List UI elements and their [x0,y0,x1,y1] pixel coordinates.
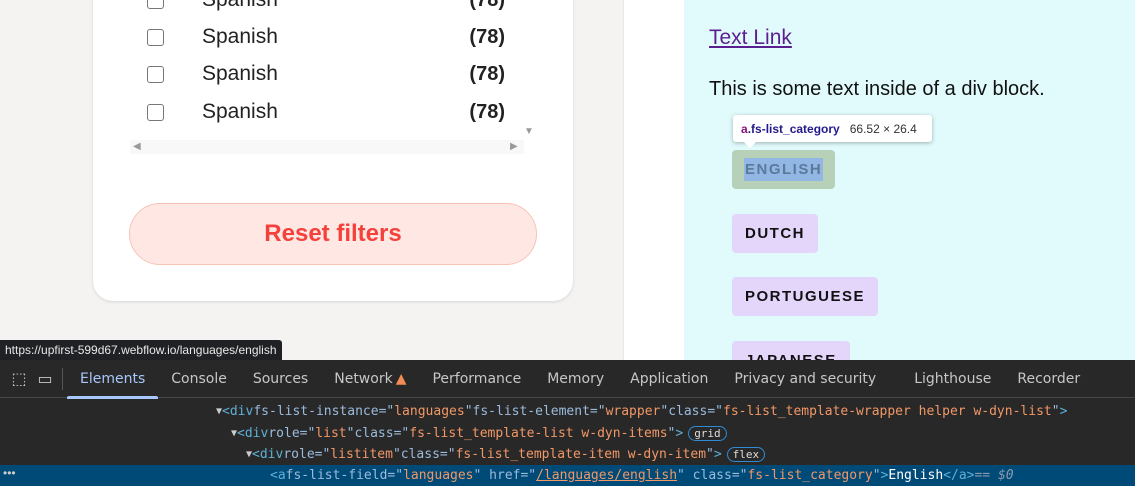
dom-node-line[interactable]: ▼ <div role=" list " class=" fs-list_templat… [231,423,727,444]
filter-label: Spanish [202,100,278,123]
tab-application[interactable]: Application [617,360,721,398]
filter-count: (78) [469,0,505,12]
tooltip-tag: a [741,121,748,136]
checkbox[interactable] [147,65,164,83]
scroll-right-arrow-icon[interactable]: ▶ [510,141,518,152]
selected-dom-node[interactable]: <a fs-list-field=" languages " href="/lang… [270,465,1014,486]
divider-area [623,0,684,360]
category-tag-english[interactable]: ENGLISH [732,150,836,189]
filter-item[interactable]: Spanish (78) [147,22,505,52]
inspect-element-icon[interactable]: ⬚ [6,369,32,388]
tab-console[interactable]: Console [158,360,240,398]
device-toolbar-icon[interactable]: ▭ [32,369,58,388]
tab-performance[interactable]: Performance [419,360,534,398]
more-options-icon[interactable]: ••• [3,466,16,480]
tab-network[interactable]: Network ▲ [321,360,419,398]
tab-recorder[interactable]: Recorder [1004,360,1093,398]
tooltip-dimensions: 66.52 × 26.4 [849,121,917,136]
tab-lighthouse[interactable]: Lighthouse [901,360,1004,398]
category-tag-portuguese[interactable]: PORTUGUESE [732,277,879,316]
tab-memory[interactable]: Memory [534,360,617,398]
tooltip-class: .fs-list_category [747,121,840,136]
devtools-tabbar: ⬚ ▭ Elements Console Sources Network ▲ Pe… [0,360,1135,399]
scroll-down-arrow-icon[interactable]: ▼ [524,126,534,137]
layout-badge[interactable]: flex [726,447,766,462]
scroll-left-arrow-icon[interactable]: ◀ [133,141,141,152]
layout-badge[interactable]: grid [688,426,727,441]
checkbox[interactable] [147,28,164,46]
filter-label: Spanish [202,62,278,85]
warning-icon: ▲ [395,370,407,387]
tab-sources[interactable]: Sources [240,360,321,398]
filter-label: Spanish [202,25,278,48]
filter-item[interactable]: Spanish (78) [147,59,505,89]
tab-elements[interactable]: Elements [67,360,159,399]
horizontal-scrollbar[interactable]: ◀ ▶ [130,140,524,154]
filter-count: (78) [469,100,505,123]
tag-label: ENGLISH [744,158,824,181]
checkbox[interactable] [147,103,164,121]
status-url: https://upfirst-599d67.webflow.io/langua… [0,340,282,360]
filter-item[interactable]: Spanish (78) [147,97,505,127]
dom-node-line[interactable]: ▼ <div role=" listitem " class=" fs-list_tem… [246,444,766,465]
tab-label: Network [334,370,393,387]
tab-privacy-security[interactable]: Privacy and security [721,360,889,398]
filter-count: (78) [469,62,505,85]
filter-label: Spanish [202,0,469,12]
checkbox[interactable] [147,0,164,9]
text-link[interactable]: Text Link [709,26,792,50]
filter-item[interactable]: Spanish(78) [147,0,505,15]
body-text: This is some text inside of a div block. [709,78,1045,100]
inspect-tooltip: a.fs-list_category 66.52 × 26.4 [733,115,932,148]
language-filter-list[interactable]: Spanish(78) Spanish(78) Spanish(78) Span… [130,0,538,155]
category-tag-dutch[interactable]: DUTCH [732,214,818,253]
dom-node-line[interactable]: ▼ <div fs-list-instance=" languages " fs-li… [216,401,1067,422]
reset-filters-button[interactable]: Reset filters [129,203,537,265]
filter-count: (78) [469,25,505,48]
preview-panel: Text Link This is some text inside of a … [684,0,1135,380]
